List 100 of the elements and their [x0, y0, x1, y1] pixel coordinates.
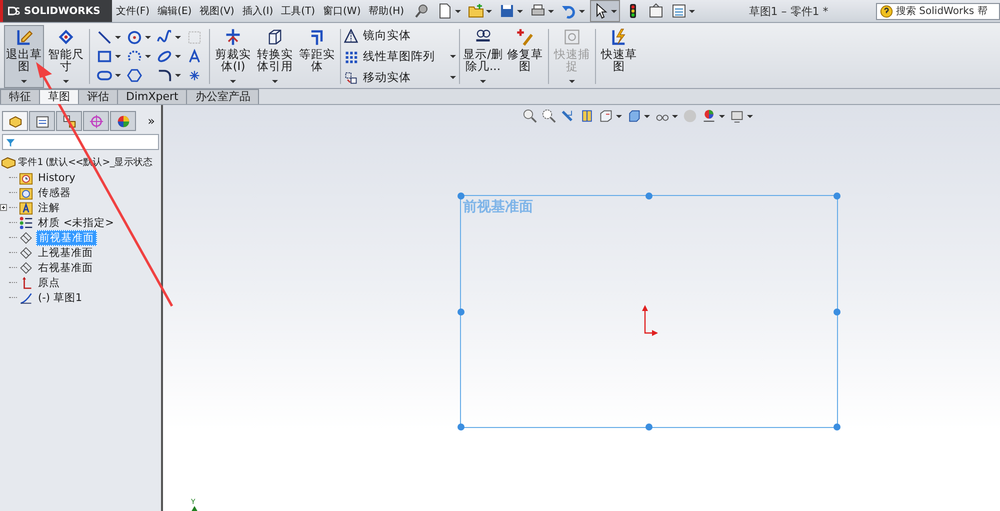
property-sheet-icon — [34, 114, 50, 128]
view-settings-icon[interactable] — [730, 109, 744, 123]
search-field[interactable]: 搜索 SolidWorks 帮 — [876, 2, 1000, 20]
dropdown-arrow-icon[interactable] — [175, 74, 181, 77]
circle-icon[interactable] — [127, 30, 142, 45]
fillet-icon[interactable] — [157, 68, 172, 83]
menu-item[interactable]: 插入(I) — [238, 4, 278, 18]
point-icon[interactable] — [187, 68, 202, 83]
previous-view-icon[interactable] — [560, 109, 574, 123]
ribbon-button[interactable]: 显示/删除几... — [463, 25, 503, 88]
dropdown-arrow-icon[interactable] — [175, 36, 181, 39]
plane-handle[interactable] — [646, 424, 652, 430]
dropdown-arrow-icon[interactable] — [115, 36, 121, 39]
section-view-icon[interactable] — [580, 109, 594, 123]
document-title: 草图1 – 零件1 * — [748, 4, 830, 18]
plane-handle[interactable] — [834, 424, 840, 430]
ribbon-command[interactable]: 移动实体 — [363, 70, 445, 85]
view-orientation-icon[interactable] — [598, 109, 612, 123]
display-style-icon[interactable] — [626, 109, 640, 123]
plane-handle[interactable] — [834, 192, 840, 200]
tree-item[interactable]: 右视基准面 — [36, 260, 95, 274]
panel-tab[interactable] — [110, 111, 136, 131]
tree-item[interactable]: (-) 草图1 — [36, 290, 84, 304]
panel-tab[interactable] — [2, 111, 28, 131]
panel-tab[interactable] — [29, 111, 55, 131]
ribbon-tab[interactable]: 草图 — [39, 89, 79, 104]
pencil-sketch-icon — [15, 28, 33, 46]
menu-item[interactable]: 编辑(E) — [154, 4, 196, 18]
ribbon-tab[interactable]: 办公室产品 — [186, 89, 260, 104]
dropdown-arrow-icon[interactable] — [115, 55, 121, 58]
dot-grid-icon[interactable] — [344, 50, 358, 64]
menu-item[interactable]: 窗口(W) — [319, 4, 365, 18]
ribbon-button[interactable]: 修复草图 — [505, 25, 545, 88]
plane-handle[interactable] — [458, 308, 464, 315]
rectangle-icon[interactable] — [97, 49, 112, 64]
pin-icon[interactable] — [414, 3, 430, 19]
ribbon-command[interactable]: 线性草图阵列 — [363, 49, 445, 64]
ribbon-button[interactable]: 转换实体引用 — [255, 25, 295, 88]
dropdown-arrow-icon[interactable] — [579, 10, 586, 12]
scene-icon[interactable] — [702, 109, 716, 123]
dropdown-arrow-icon[interactable] — [746, 114, 752, 118]
move-icon[interactable] — [344, 70, 358, 84]
ribbon-button[interactable]: 快速草图 — [599, 25, 639, 88]
ribbon-button[interactable]: 剪裁实体(I) — [213, 25, 253, 88]
more-tabs-button[interactable]: » — [148, 114, 159, 128]
filter-field[interactable] — [2, 134, 159, 150]
ellipse-icon[interactable] — [157, 49, 172, 64]
dropdown-arrow-icon[interactable] — [455, 10, 462, 12]
spline-icon[interactable] — [157, 30, 172, 45]
dropdown-arrow-icon[interactable] — [689, 10, 696, 12]
text-letter-icon[interactable] — [187, 49, 202, 64]
zoom-area-icon[interactable] — [542, 109, 556, 123]
dropdown-arrow-icon[interactable] — [145, 36, 151, 39]
tree-item[interactable]: 注解 — [36, 200, 62, 214]
lightning-sketch-icon — [610, 28, 628, 46]
dropdown-arrow-icon[interactable] — [175, 55, 181, 58]
save-icon[interactable] — [499, 3, 516, 19]
undo-icon[interactable] — [561, 3, 578, 19]
new-document-icon[interactable] — [437, 3, 454, 19]
plane-handle[interactable] — [458, 424, 464, 430]
ribbon-command[interactable]: 镜向实体 — [363, 28, 456, 43]
mirror-triangle-icon[interactable] — [344, 28, 358, 42]
ribbon-tab[interactable]: 评估 — [78, 89, 118, 104]
dropdown-arrow-icon[interactable] — [644, 114, 650, 118]
ribbon-button[interactable]: 退出草图 — [4, 25, 44, 88]
checklist-icon[interactable] — [671, 3, 688, 19]
line-icon[interactable] — [97, 30, 112, 45]
tree-item[interactable]: 传感器 — [36, 186, 73, 200]
expand-icon[interactable] — [0, 204, 7, 211]
dropdown-arrow-icon[interactable] — [672, 114, 678, 118]
dropdown-arrow-icon[interactable] — [548, 10, 554, 12]
ribbon-tab[interactable]: DimXpert — [117, 89, 188, 104]
ribbon-tab[interactable]: 特征 — [0, 89, 40, 104]
zoom-fit-icon[interactable] — [522, 109, 536, 123]
dropdown-arrow-icon[interactable] — [611, 10, 618, 12]
logo-text: SOLIDWORKS — [24, 6, 100, 16]
dropdown-arrow-icon[interactable] — [450, 76, 456, 79]
menu-item[interactable]: 工具(T) — [277, 4, 320, 18]
menu-item[interactable]: 文件(F) — [112, 4, 154, 18]
tree-item[interactable]: History — [36, 172, 78, 184]
plane-handle[interactable] — [458, 192, 464, 200]
ribbon-button[interactable]: 等距实体 — [297, 25, 337, 88]
tree-item[interactable]: 上视基准面 — [36, 246, 95, 260]
tree-item[interactable]: 原点 — [36, 276, 62, 290]
polygon-icon[interactable] — [127, 68, 142, 83]
menu-item[interactable]: 帮助(H) — [364, 4, 408, 18]
dropdown-arrow-icon[interactable] — [517, 10, 524, 12]
clock-folder-icon — [19, 170, 33, 184]
dropdown-arrow-icon[interactable] — [450, 55, 456, 58]
dropdown-arrow-icon[interactable] — [718, 114, 724, 118]
dropdown-arrow-icon[interactable] — [486, 10, 492, 12]
plane-handle[interactable] — [646, 192, 652, 200]
slot-icon[interactable] — [97, 68, 112, 83]
tree-item[interactable]: 材质 <未指定> — [36, 216, 116, 230]
plane-handle[interactable] — [834, 308, 840, 315]
menu-item[interactable]: 视图(V) — [196, 4, 238, 18]
options-sheet-icon[interactable] — [648, 3, 664, 19]
dropdown-arrow-icon[interactable] — [115, 74, 121, 77]
dropdown-arrow-icon[interactable] — [616, 114, 622, 118]
dropdown-arrow-icon[interactable] — [145, 55, 151, 58]
